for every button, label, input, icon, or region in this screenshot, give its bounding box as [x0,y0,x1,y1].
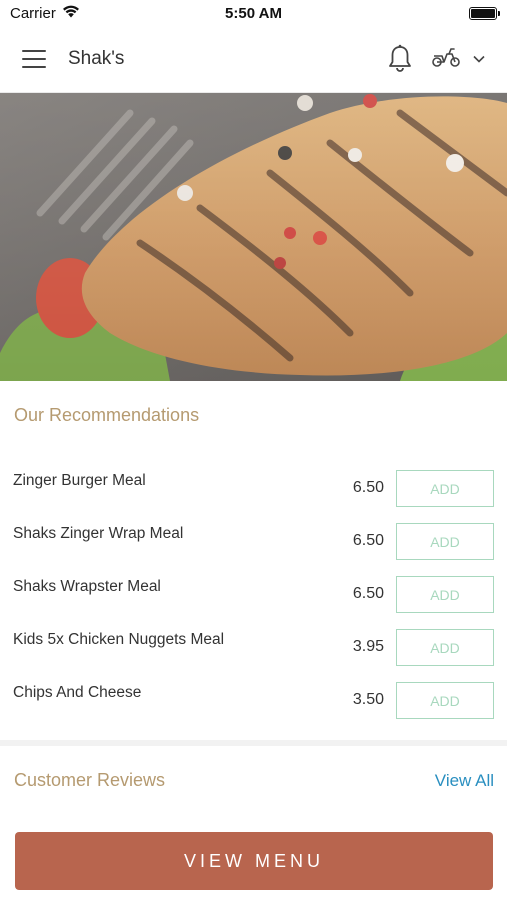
bell-icon[interactable] [387,44,413,74]
status-bar: Carrier 5:50 AM [0,0,507,26]
scooter-icon [431,46,461,73]
add-button[interactable]: ADD [396,682,494,719]
item-name: Zinger Burger Meal [13,472,146,489]
item-name: Shaks Wrapster Meal [13,578,161,595]
header-actions [387,44,485,74]
item-name: Chips And Cheese [13,684,142,701]
add-button[interactable]: ADD [396,576,494,613]
list-item: Chips And Cheese 3.50 ADD [0,670,507,723]
status-left: Carrier [10,5,80,22]
item-price: 3.95 [352,638,384,655]
list-item: Shaks Wrapster Meal 6.50 ADD [0,564,507,617]
hero-image [0,93,507,381]
list-item: Zinger Burger Meal 6.50 ADD [0,458,507,511]
section-divider [0,740,507,746]
reviews-title: Customer Reviews [14,770,166,790]
carrier-label: Carrier [10,4,56,22]
item-name: Kids 5x Chicken Nuggets Meal [13,631,225,648]
list-item: Kids 5x Chicken Nuggets Meal 3.95 ADD [0,617,507,670]
add-button[interactable]: ADD [396,470,494,507]
wifi-icon [62,5,80,22]
item-name: Shaks Zinger Wrap Meal [13,525,184,542]
item-price: 6.50 [352,585,384,602]
view-menu-button[interactable]: VIEW MENU [15,832,493,890]
battery-icon [469,6,500,20]
view-all-link[interactable]: View All [435,771,494,791]
delivery-selector[interactable] [431,46,485,73]
recommendations-list: Zinger Burger Meal 6.50 ADD Shaks Zinger… [0,458,507,723]
add-button[interactable]: ADD [396,629,494,666]
item-price: 6.50 [352,479,384,496]
chevron-down-icon [473,50,485,68]
list-item: Shaks Zinger Wrap Meal 6.50 ADD [0,511,507,564]
item-price: 3.50 [352,691,384,708]
app-header: Shak's [0,26,507,93]
add-button[interactable]: ADD [396,523,494,560]
recommendations-title: Our Recommendations [14,405,200,425]
menu-icon[interactable] [22,50,46,68]
item-price: 6.50 [352,532,384,549]
app-title: Shak's [68,48,125,69]
